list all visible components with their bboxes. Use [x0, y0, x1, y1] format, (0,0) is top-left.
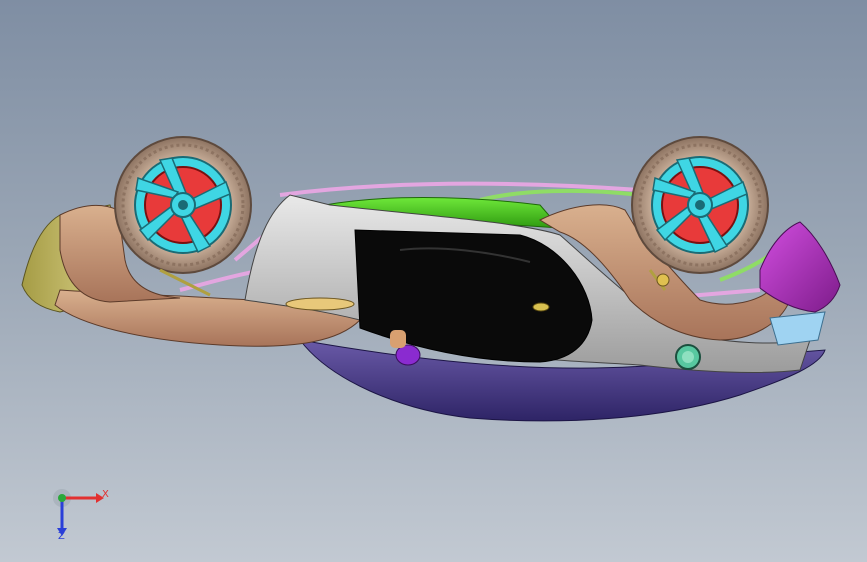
rear-wheel: [631, 136, 769, 274]
rear-light: [769, 311, 826, 346]
graphics-viewport[interactable]: X Z: [0, 0, 867, 562]
front-wheel: [114, 136, 252, 274]
x-axis-label: X: [102, 489, 109, 500]
z-axis-label: Z: [58, 531, 65, 542]
reference-triad: X Z: [40, 478, 120, 548]
car-model[interactable]: [0, 0, 867, 562]
